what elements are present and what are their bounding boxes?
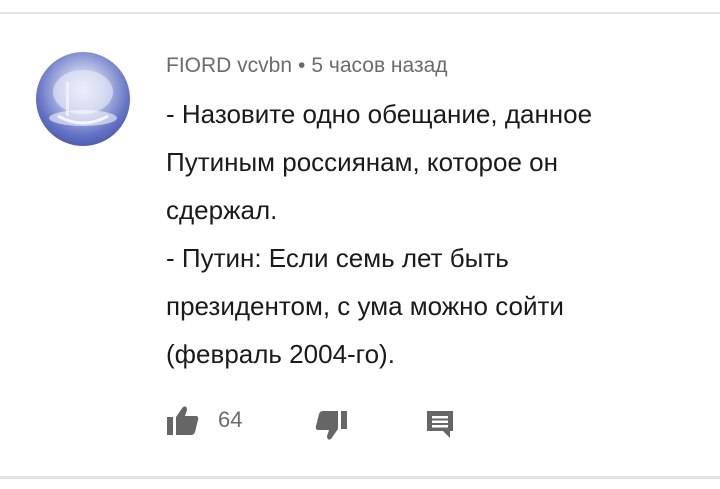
bottom-divider <box>0 476 720 479</box>
dislike-button[interactable] <box>314 410 348 442</box>
comment-timestamp[interactable]: 5 часов назад <box>311 54 447 77</box>
comment: FIORD vcvbn • 5 часов назад - Назовите одн… <box>166 50 706 378</box>
comment-icon <box>427 411 453 438</box>
comment-header: FIORD vcvbn • 5 часов назад <box>166 50 706 82</box>
like-button[interactable] <box>166 404 200 436</box>
comment-line: президентом, с ума можно сойти <box>166 291 564 321</box>
comment-line: Путиным россиянам, которое он <box>166 147 558 177</box>
comment-line: сдержал. <box>166 195 278 225</box>
thumb-up-icon <box>167 406 199 435</box>
avatar[interactable] <box>36 52 130 146</box>
comment-line: (февраль 2004-го). <box>166 339 395 369</box>
author-name[interactable]: FIORD vcvbn <box>166 54 292 77</box>
avatar-image <box>49 70 117 126</box>
comment-line: - Путин: Если семь лет быть <box>166 243 509 273</box>
thumb-down-icon <box>315 411 347 440</box>
top-divider <box>0 12 720 14</box>
like-count: 64 <box>218 407 243 432</box>
comment-line: - Назовите одно обещание, данное <box>166 99 593 129</box>
comment-text: - Назовите одно обещание, данное Путиным… <box>166 90 706 378</box>
comment-actions: 64 <box>166 402 486 440</box>
meta-separator: • <box>298 54 306 77</box>
reply-button[interactable] <box>424 408 456 440</box>
